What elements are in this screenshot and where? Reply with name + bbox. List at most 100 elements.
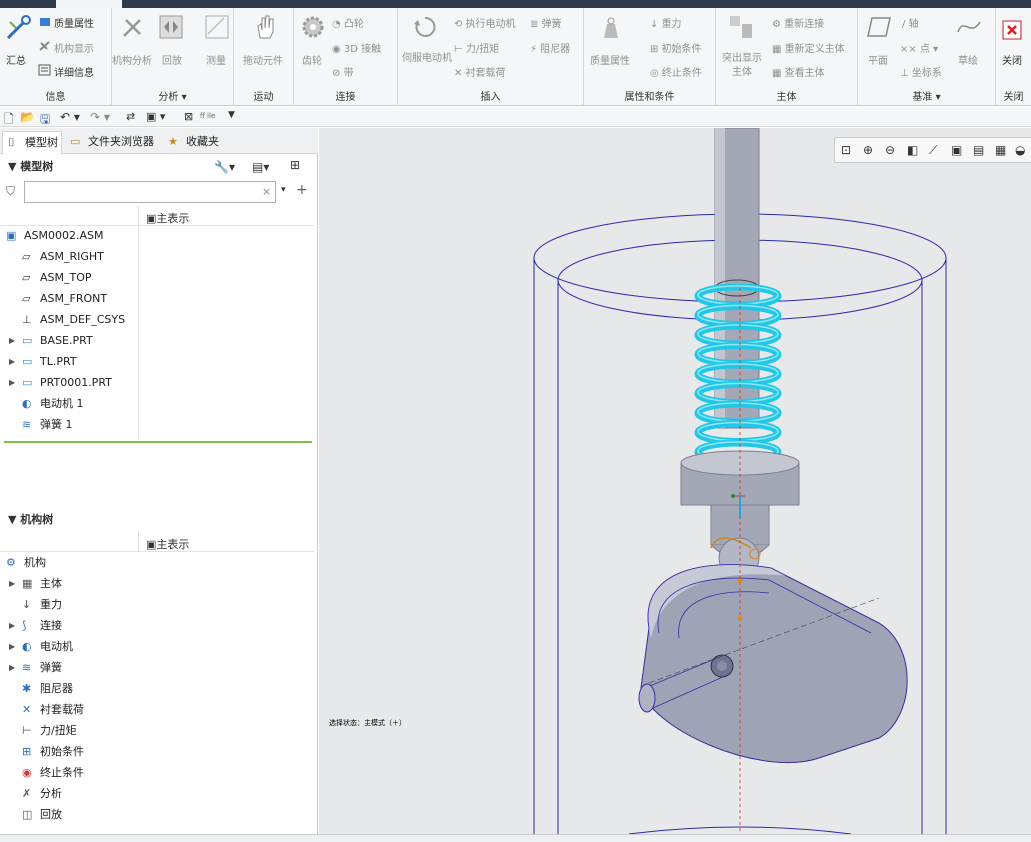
mech-tree-header[interactable]: ▼ 机构树	[0, 509, 314, 531]
clear-search-icon[interactable]: ×	[262, 185, 271, 198]
run-motor-button[interactable]: ⟲ 执行电动机	[454, 15, 516, 30]
tree-settings-icon[interactable]: 🔧▾	[214, 160, 235, 174]
bushing-load-button[interactable]: ✕ 衬套载荷	[454, 64, 506, 79]
tree-show-icon[interactable]: ▤▾	[252, 160, 269, 174]
tree-search-input[interactable]	[24, 181, 276, 203]
details-button[interactable]: 详细信息	[54, 64, 94, 79]
model-tree-item[interactable]: ◐ 电动机 1	[0, 393, 314, 414]
expand-arrow-icon[interactable]: ▶	[9, 351, 15, 372]
expand-arrow-icon[interactable]: ▶	[9, 372, 15, 393]
servo-motor-button[interactable]: 伺服电动机	[402, 52, 452, 66]
drag-components-button[interactable]: 拖动元件	[243, 52, 283, 67]
group-label-datum[interactable]: 基准 ▾	[858, 88, 995, 103]
mech-display-button[interactable]: 机构显示	[54, 40, 94, 55]
mech-tree-item[interactable]: ▶ ⟆ 连接	[0, 615, 314, 636]
zoom-out-icon[interactable]: ⊖	[885, 143, 895, 157]
csys-button[interactable]: ⊥ 坐标系	[900, 64, 942, 79]
mech-tree-item[interactable]: ⊞ 初始条件	[0, 741, 314, 762]
contact3d-button[interactable]: ◉ 3D 接触	[332, 40, 381, 55]
damper-button[interactable]: ⚡ 阻尼器	[530, 40, 570, 55]
playback-button[interactable]: 回放	[162, 52, 182, 67]
model-canvas[interactable]: 选择状态：主模式（＋）	[319, 127, 1031, 835]
saved-views-icon[interactable]: ▤	[973, 143, 984, 157]
assembly-icon: ▣	[6, 229, 17, 242]
windows-icon[interactable]: ▣ ▾	[146, 110, 165, 123]
tab-mechanism-active[interactable]	[56, 0, 122, 8]
mass-properties-button[interactable]: 质量属性	[590, 52, 630, 67]
redo-icon[interactable]: ↷ ▾	[90, 110, 110, 124]
tab-folder-browser[interactable]: ▭ 文件夹浏览器	[66, 131, 160, 154]
point-button[interactable]: ×× 点 ▾	[900, 40, 938, 55]
reconnect-button[interactable]: ⚙ 重新连接	[772, 15, 824, 30]
force-torque-button[interactable]: ⊢ 力/扭矩	[454, 40, 499, 55]
expand-arrow-icon[interactable]: ▶	[9, 330, 15, 351]
model-tree-item[interactable]: ▱ ASM_TOP	[0, 267, 314, 288]
expand-arrow-icon[interactable]: ▶	[9, 636, 15, 657]
group-label-analysis[interactable]: 分析 ▾	[112, 88, 233, 103]
sketch-button[interactable]: 草绘	[958, 52, 978, 67]
mech-tree-item[interactable]: ▶ ≋ 弹簧	[0, 657, 314, 678]
mech-tree-item[interactable]: ✕ 衬套载荷	[0, 699, 314, 720]
display-style-icon[interactable]: ▣	[951, 143, 962, 157]
mass-props-button[interactable]: 质量属性	[54, 15, 94, 30]
refit-icon[interactable]: ⊡	[841, 143, 851, 157]
regenerate-icon[interactable]: ⇄	[126, 110, 135, 123]
view-body-button[interactable]: ▦ 查看主体	[772, 64, 825, 79]
belt-button[interactable]: ⊘ 带	[332, 64, 354, 79]
view-manager-icon[interactable]: ▦	[995, 143, 1006, 157]
plane-button[interactable]: 平面	[868, 52, 888, 67]
add-column-icon[interactable]: +	[296, 182, 308, 198]
close-window-icon[interactable]: ⊠	[184, 110, 193, 123]
measure-button[interactable]: 测量	[206, 52, 226, 67]
zoom-in-icon[interactable]: ⊕	[863, 143, 873, 157]
highlight-body-button[interactable]: 突出显示主体	[722, 52, 762, 80]
expand-arrow-icon[interactable]: ▶	[9, 615, 15, 636]
initial-conditions-button[interactable]: ⊞ 初始条件	[650, 40, 702, 55]
redefine-body-button[interactable]: ▦ 重新定义主体	[772, 40, 845, 55]
mech-tree-item[interactable]: ✗ 分析	[0, 783, 314, 804]
tab-favorites[interactable]: ★ 收藏夹	[164, 131, 228, 154]
tab-model-tree[interactable]: ⌷ 模型树	[2, 131, 62, 154]
reorient-icon[interactable]: ⟋	[929, 143, 937, 158]
model-tree-item[interactable]: ▣ ASM0002.ASM	[0, 225, 314, 246]
cam-button[interactable]: ◔ 凸轮	[332, 15, 364, 30]
model-tree-item[interactable]: ▶ ▭ BASE.PRT	[0, 330, 314, 351]
model-tree-item[interactable]: ▱ ASM_FRONT	[0, 288, 314, 309]
summary-button[interactable]: 汇总	[6, 52, 26, 67]
repaint-icon[interactable]: ◧	[907, 143, 918, 157]
spring-button[interactable]: ≣ 弹簧	[530, 15, 562, 30]
mech-tree-item[interactable]: ◫ 回放	[0, 804, 314, 825]
model-tree-item[interactable]: ▱ ASM_RIGHT	[0, 246, 314, 267]
mech-tree-item[interactable]: ◉ 终止条件	[0, 762, 314, 783]
open-file-icon[interactable]: 📂	[20, 110, 35, 124]
mech-tree-item[interactable]: ▶ ▦ 主体	[0, 573, 314, 594]
mech-tree-item[interactable]: ▶ ◐ 电动机	[0, 636, 314, 657]
model-tree-item[interactable]: ≋ 弹簧 1	[0, 414, 314, 435]
axis-button[interactable]: / 轴	[902, 15, 919, 30]
expand-arrow-icon[interactable]: ▶	[9, 573, 15, 594]
column-master-rep[interactable]: ▣主表示	[146, 210, 189, 226]
datum-display-icon[interactable]: ◒	[1015, 143, 1025, 157]
mech-tree-item[interactable]: ✱ 阻尼器	[0, 678, 314, 699]
model-tree-item[interactable]: ▶ ▭ TL.PRT	[0, 351, 314, 372]
mech-tree-item[interactable]: ↓ 重力	[0, 594, 314, 615]
close-button[interactable]: 关闭	[1002, 52, 1022, 67]
tree-filter-icon[interactable]: ⊞	[290, 158, 300, 172]
search-options-icon[interactable]: ▾	[281, 185, 286, 195]
mech-analysis-button[interactable]: 机构分析	[112, 52, 152, 67]
model-tree-item[interactable]: ▶ ▭ PRT0001.PRT	[0, 372, 314, 393]
mech-column-master-rep[interactable]: ▣主表示	[146, 536, 189, 552]
gravity-button[interactable]: ↓ 重力	[650, 15, 682, 30]
file-icon[interactable]: ff ile	[200, 112, 215, 120]
mech-tree-item[interactable]: ⚙ 机构	[0, 552, 314, 573]
customize-qat-icon[interactable]: ▼	[228, 110, 235, 120]
undo-icon[interactable]: ↶ ▾	[60, 110, 80, 124]
termination-conditions-button[interactable]: ◎ 终止条件	[650, 64, 702, 79]
expand-arrow-icon[interactable]: ▶	[9, 657, 15, 678]
cam-disk[interactable]	[638, 564, 908, 763]
mech-tree-item[interactable]: ⊢ 力/扭矩	[0, 720, 314, 741]
graphics-viewport[interactable]: 选择状态：主模式（＋）	[319, 127, 1031, 835]
gear-button[interactable]: 齿轮	[302, 52, 322, 67]
tree-divider[interactable]	[4, 441, 312, 443]
model-tree-item[interactable]: ⊥ ASM_DEF_CSYS	[0, 309, 314, 330]
